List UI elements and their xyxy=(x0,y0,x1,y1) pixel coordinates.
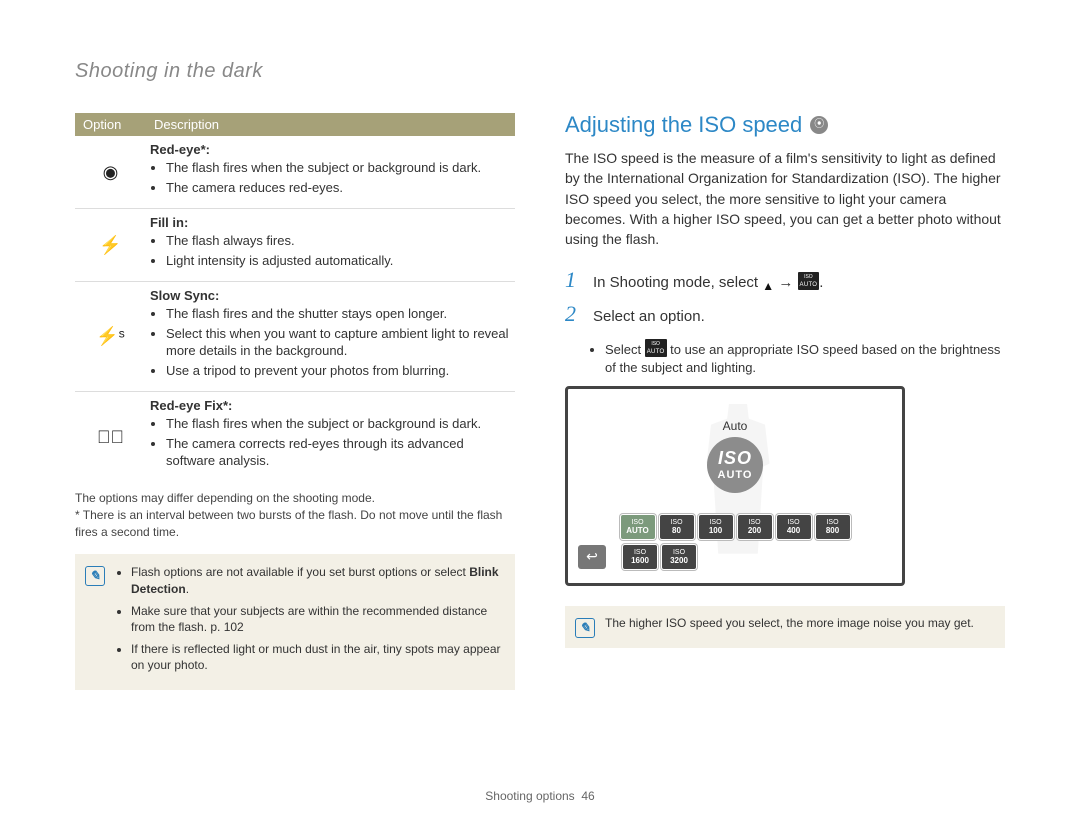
iso-option[interactable]: ISO1600 xyxy=(623,545,657,569)
note-item: If there is reflected light or much dust… xyxy=(131,641,503,673)
chapter-title: Shooting in the dark xyxy=(75,60,515,83)
step-text: Select an option. xyxy=(593,306,705,327)
option-bullet: The flash always fires. xyxy=(166,232,511,250)
iso-description: The ISO speed is the measure of a film's… xyxy=(565,148,1005,249)
note-item: Make sure that your subjects are within … xyxy=(131,603,503,635)
option-bullet: The flash fires when the subject or back… xyxy=(166,159,511,177)
steps-list: 1 In Shooting mode, select ▲ → ISOAUTO. … xyxy=(565,267,1005,327)
iso-option[interactable]: ISO3200 xyxy=(662,545,696,569)
th-description: Description xyxy=(146,113,515,136)
footnotes: The options may differ depending on the … xyxy=(75,490,515,540)
red-eye-fix-icon: 👁⃠ xyxy=(75,392,146,482)
slow-sync-icon: ⚡ˢ xyxy=(75,282,146,392)
iso-auto-icon: ISOAUTO xyxy=(645,339,667,357)
iso-option[interactable]: ISO400 xyxy=(777,515,811,539)
option-bullet: The camera corrects red-eyes through its… xyxy=(166,435,511,470)
option-bullet: The flash fires when the subject or back… xyxy=(166,415,511,433)
step-sub-bullet: Select ISOAUTO to use an appropriate ISO… xyxy=(605,339,1005,377)
section-title: Adjusting the ISO speed ⦿ xyxy=(565,112,1005,138)
th-option: Option xyxy=(75,113,146,136)
option-name: Red-eye*: xyxy=(150,142,210,157)
option-name: Fill in: xyxy=(150,215,188,230)
iso-option[interactable]: ISO800 xyxy=(816,515,850,539)
flash-notes-box: ✎ Flash options are not available if you… xyxy=(75,554,515,689)
step-number: 1 xyxy=(565,267,583,293)
note-item: Flash options are not available if you s… xyxy=(131,564,503,596)
option-bullet: Select this when you want to capture amb… xyxy=(166,325,511,360)
option-bullet: The camera reduces red-eyes. xyxy=(166,179,511,197)
iso-option[interactable]: ISOAUTO xyxy=(621,515,655,539)
note-icon: ✎ xyxy=(85,566,105,586)
iso-current-label: Auto xyxy=(723,419,748,433)
iso-option[interactable]: ISO100 xyxy=(699,515,733,539)
iso-option[interactable]: ISO80 xyxy=(660,515,694,539)
iso-big-icon: ISO AUTO xyxy=(707,437,763,493)
iso-note-box: ✎ The higher ISO speed you select, the m… xyxy=(565,606,1005,648)
red-eye-icon: ◉ xyxy=(75,136,146,209)
option-bullet: The flash fires and the shutter stays op… xyxy=(166,305,511,323)
iso-option[interactable]: ISO200 xyxy=(738,515,772,539)
up-arrow-icon: ▲ xyxy=(762,278,774,295)
mode-program-icon: ⦿ xyxy=(810,116,828,134)
footnote: The options may differ depending on the … xyxy=(75,490,515,507)
step-text: In Shooting mode, select ▲ → ISOAUTO. xyxy=(593,272,823,295)
footnote: * There is an interval between two burst… xyxy=(75,507,515,541)
back-button[interactable]: ↩ xyxy=(578,545,606,569)
page-footer: Shooting options 46 xyxy=(0,789,1080,803)
camera-screen-mock: Auto ISO AUTO ISOAUTO ISO80 ISO100 ISO20… xyxy=(565,386,905,586)
option-name: Slow Sync: xyxy=(150,288,219,303)
flash-options-table: Option Description ◉ Red-eye*: The flash… xyxy=(75,113,515,482)
fill-in-icon: ⚡ xyxy=(75,209,146,282)
option-bullet: Use a tripod to prevent your photos from… xyxy=(166,362,511,380)
note-icon: ✎ xyxy=(575,618,595,638)
note-text: The higher ISO speed you select, the mor… xyxy=(605,616,974,630)
option-bullet: Light intensity is adjusted automaticall… xyxy=(166,252,511,270)
option-name: Red-eye Fix*: xyxy=(150,398,232,413)
iso-auto-icon: ISOAUTO xyxy=(798,272,820,290)
step-number: 2 xyxy=(565,301,583,327)
